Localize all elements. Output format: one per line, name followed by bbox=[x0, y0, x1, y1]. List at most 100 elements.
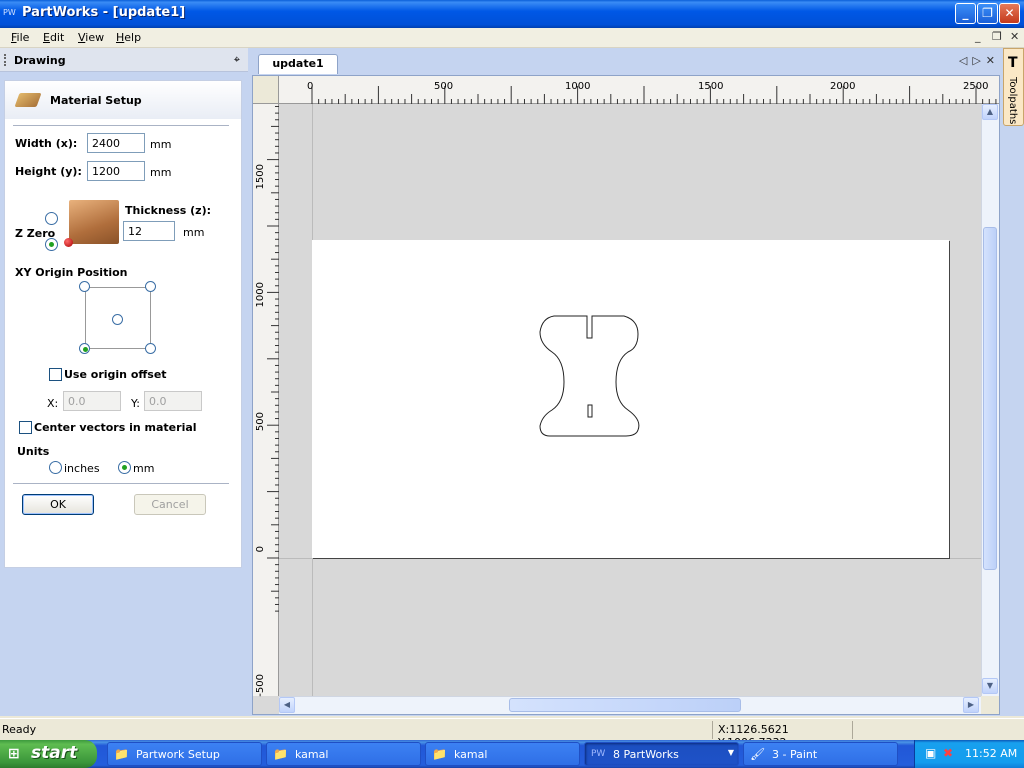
units-inches-label: inches bbox=[64, 462, 100, 475]
v-ruler-label: -500 bbox=[255, 674, 266, 697]
h-ruler-label: 0 bbox=[307, 81, 314, 92]
close-button[interactable]: ✕ bbox=[999, 3, 1020, 24]
units-mm-label: mm bbox=[133, 462, 155, 475]
mdi-minimize-icon[interactable]: _ bbox=[975, 30, 981, 43]
width-input[interactable]: 2400 bbox=[87, 133, 145, 153]
task-partworks[interactable]: PW 8 PartWorks ▼ bbox=[584, 742, 739, 766]
material-setup-form: Material Setup Width (x): 2400 mm Height… bbox=[4, 80, 242, 568]
pin-icon[interactable]: ⌖ bbox=[234, 53, 240, 67]
use-origin-offset-checkbox[interactable] bbox=[49, 368, 62, 381]
task-kamal-2[interactable]: 📁 kamal bbox=[425, 742, 580, 766]
h-ruler-label: 1500 bbox=[698, 81, 724, 92]
vertical-ruler-ticks bbox=[267, 105, 279, 612]
paint-icon: 🖌 bbox=[750, 747, 766, 761]
panel-header: Drawing ⌖ bbox=[0, 48, 248, 72]
restore-button[interactable]: ❐ bbox=[977, 3, 998, 24]
units-mm-radio[interactable] bbox=[118, 461, 131, 474]
ruler-corner bbox=[253, 76, 279, 104]
ok-button[interactable]: OK bbox=[22, 494, 94, 515]
v-ruler-label: 500 bbox=[255, 412, 266, 432]
drawing-canvas[interactable] bbox=[279, 104, 981, 696]
drawing-frame: 0 500 1000 1500 2000 2500 1500 1000 500 … bbox=[252, 75, 1000, 715]
panel-title: Drawing bbox=[14, 54, 66, 67]
tab-strip: update1 ◁▷✕ bbox=[248, 48, 1002, 74]
right-dock bbox=[1002, 48, 1024, 716]
folder-icon: 📁 bbox=[432, 747, 447, 761]
vertical-scrollbar[interactable]: ▲ ▼ bbox=[981, 104, 999, 696]
scroll-left-icon[interactable]: ◀ bbox=[279, 697, 295, 713]
h-ruler-label: 1000 bbox=[565, 81, 591, 92]
height-input[interactable]: 1200 bbox=[87, 161, 145, 181]
alert-icon[interactable]: ✖ bbox=[943, 746, 953, 760]
mdi-restore-icon[interactable]: ❐ bbox=[992, 30, 1002, 43]
start-button[interactable]: ⊞ start bbox=[0, 740, 97, 768]
origin-bottom-left-radio[interactable] bbox=[79, 343, 90, 354]
thickness-input[interactable]: 12 bbox=[123, 221, 175, 241]
xy-origin-label: XY Origin Position bbox=[15, 266, 128, 279]
status-pane bbox=[852, 721, 1022, 739]
thickness-label: Thickness (z): bbox=[125, 204, 212, 217]
horizontal-scrollbar[interactable]: ◀ ▶ bbox=[279, 696, 981, 714]
width-unit: mm bbox=[150, 138, 172, 151]
network-icon[interactable]: ▣ bbox=[925, 746, 936, 760]
menu-file[interactable]: File bbox=[11, 31, 29, 44]
taskbar: ⊞ start 📁 Partwork Setup 📁 kamal 📁 kamal… bbox=[0, 740, 1024, 768]
group-dropdown-icon[interactable]: ▼ bbox=[728, 748, 734, 757]
menu-edit[interactable]: Edit bbox=[43, 31, 64, 44]
toolpaths-tab-label: Toolpaths bbox=[1007, 77, 1018, 125]
z-zero-label: Z Zero bbox=[15, 227, 56, 240]
units-label: Units bbox=[17, 445, 50, 458]
window-title: PartWorks - [update1] bbox=[22, 5, 186, 20]
mdi-close-icon[interactable]: ✕ bbox=[1010, 30, 1019, 43]
folder-icon: 📁 bbox=[273, 747, 288, 761]
vertical-ruler: 1500 1000 500 0 -500 bbox=[253, 104, 279, 697]
height-label: Height (y): bbox=[15, 165, 82, 178]
tab-update1[interactable]: update1 bbox=[258, 54, 338, 74]
menu-view[interactable]: View bbox=[78, 31, 104, 44]
units-inches-radio[interactable] bbox=[49, 461, 62, 474]
part-vector-shape[interactable] bbox=[312, 240, 949, 558]
title-bar: PW PartWorks - [update1] _ ❐ ✕ bbox=[0, 0, 1024, 28]
x-offset-input[interactable]: 0.0 bbox=[63, 391, 121, 411]
windows-flag-icon: ⊞ bbox=[8, 746, 20, 762]
task-paint[interactable]: 🖌 3 - Paint bbox=[743, 742, 898, 766]
clock[interactable]: 11:52 AM bbox=[965, 747, 1017, 760]
drawing-panel: Drawing ⌖ Material Setup Width (x): 2400… bbox=[0, 48, 248, 716]
v-ruler-label: 1500 bbox=[255, 164, 266, 190]
vertical-scroll-thumb[interactable] bbox=[983, 227, 997, 570]
material-sheet[interactable] bbox=[312, 240, 949, 558]
menu-help[interactable]: Help bbox=[116, 31, 141, 44]
origin-top-left-radio[interactable] bbox=[79, 281, 90, 292]
x-offset-label: X: bbox=[47, 397, 59, 410]
y-offset-input[interactable]: 0.0 bbox=[144, 391, 202, 411]
h-ruler-label: 2500 bbox=[963, 81, 989, 92]
cancel-button[interactable]: Cancel bbox=[134, 494, 206, 515]
toolpaths-tab[interactable]: T Toolpaths bbox=[1003, 48, 1024, 126]
origin-top-right-radio[interactable] bbox=[145, 281, 156, 292]
origin-center-radio[interactable] bbox=[112, 314, 123, 325]
scroll-down-icon[interactable]: ▼ bbox=[982, 678, 998, 694]
height-unit: mm bbox=[150, 166, 172, 179]
menu-bar: File Edit View Help _ ❐ ✕ bbox=[0, 28, 1024, 48]
horizontal-scroll-thumb[interactable] bbox=[509, 698, 741, 712]
system-tray: ▣ ✖ 11:52 AM bbox=[914, 740, 1024, 768]
task-label: 3 - Paint bbox=[772, 748, 818, 761]
scroll-corner bbox=[981, 696, 999, 714]
z-zero-marker-icon bbox=[64, 238, 73, 247]
tab-controls-icon[interactable]: ◁▷✕ bbox=[959, 54, 1000, 67]
folder-icon: 📁 bbox=[114, 747, 129, 761]
thickness-unit: mm bbox=[183, 226, 205, 239]
minimize-button[interactable]: _ bbox=[955, 3, 976, 24]
center-vectors-checkbox[interactable] bbox=[19, 421, 32, 434]
v-ruler-label: 0 bbox=[255, 546, 266, 553]
divider bbox=[13, 125, 229, 126]
z-zero-top-radio[interactable] bbox=[45, 212, 58, 225]
h-ruler-label: 2000 bbox=[830, 81, 856, 92]
width-label: Width (x): bbox=[15, 137, 78, 150]
task-kamal-1[interactable]: 📁 kamal bbox=[266, 742, 421, 766]
grip-icon[interactable] bbox=[4, 54, 6, 66]
task-partwork-setup[interactable]: 📁 Partwork Setup bbox=[107, 742, 262, 766]
origin-bottom-right-radio[interactable] bbox=[145, 343, 156, 354]
scroll-up-icon[interactable]: ▲ bbox=[982, 104, 998, 120]
scroll-right-icon[interactable]: ▶ bbox=[963, 697, 979, 713]
